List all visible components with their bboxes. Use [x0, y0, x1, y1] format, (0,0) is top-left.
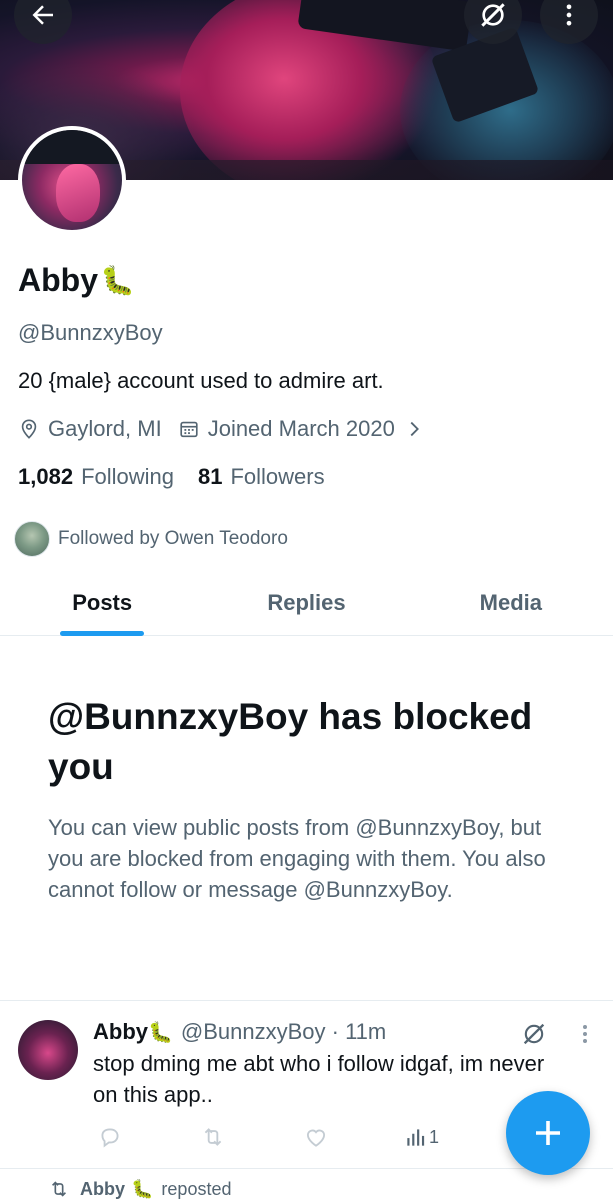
blocked-notice: @BunnzxyBoy has blocked you You can view… [48, 692, 588, 905]
divider [0, 1168, 613, 1169]
repost-icon [204, 1128, 222, 1146]
heart-icon [306, 1129, 326, 1147]
followed-by-text: Followed by Owen Teodoro [58, 528, 288, 549]
views-icon [407, 1129, 425, 1146]
tab-replies-label: Replies [267, 590, 346, 615]
tab-replies[interactable]: Replies [204, 580, 408, 635]
profile-bio: 20 {male} account used to admire art. [18, 368, 384, 393]
post-author-name[interactable]: Abby [93, 1019, 148, 1045]
grok-icon[interactable] [520, 1020, 548, 1048]
post-actions: 1 [93, 1124, 453, 1150]
blocked-description: You can view public posts from @BunnzxyB… [48, 815, 546, 902]
compose-button[interactable] [506, 1091, 590, 1175]
reposted-label: reposted [161, 1178, 232, 1199]
following-count[interactable]: 1,082 [18, 464, 73, 490]
repost-indicator: Abby 🐛 reposted [48, 1178, 231, 1200]
more-vertical-icon[interactable] [575, 1022, 595, 1046]
join-date-text: Joined March 2020 [207, 416, 395, 441]
divider [0, 1000, 613, 1001]
location-pin-icon [21, 419, 37, 439]
caterpillar-emoji: 🐛 [100, 265, 135, 296]
profile-tabs: Posts Replies Media [0, 580, 613, 636]
location: Gaylord, MI [18, 416, 162, 442]
followed-by[interactable]: Followed by Owen Teodoro [14, 521, 288, 557]
post-text: stop dming me abt who i follow idgaf, im… [93, 1051, 545, 1107]
post-avatar[interactable] [18, 1020, 78, 1080]
repost-icon [51, 1181, 67, 1197]
tab-posts[interactable]: Posts [0, 580, 204, 636]
follower-avatar [14, 521, 50, 557]
reply-button[interactable] [97, 1124, 123, 1150]
calendar-icon [180, 421, 198, 438]
location-text: Gaylord, MI [48, 416, 162, 441]
views-button[interactable]: 1 [403, 1124, 439, 1150]
profile-avatar[interactable] [18, 126, 126, 234]
tab-posts-label: Posts [72, 590, 133, 615]
reposter-name: Abby [80, 1178, 125, 1199]
post-header: Abby 🐛 @BunnzxyBoy · 11m [93, 1019, 386, 1045]
like-button[interactable] [303, 1124, 329, 1150]
repost-button[interactable] [199, 1124, 227, 1150]
active-tab-indicator [60, 631, 145, 636]
chevron-right-icon [410, 421, 419, 437]
reply-icon [101, 1128, 119, 1148]
followers-count[interactable]: 81 [198, 464, 222, 490]
profile-name-row: Abby 🐛 [18, 262, 135, 299]
caterpillar-emoji: 🐛 [131, 1178, 154, 1199]
following-label[interactable]: Following [81, 464, 174, 490]
join-date[interactable]: Joined March 2020 [178, 416, 425, 442]
followers-label[interactable]: Followers [230, 464, 324, 490]
profile-handle: @BunnzxyBoy [18, 320, 163, 345]
follow-stats: 1,082 Following 81 Followers [18, 464, 349, 490]
grok-icon [481, 3, 505, 27]
profile-name: Abby [18, 262, 98, 298]
profile-meta: Gaylord, MI Joined March 2020 [18, 416, 441, 442]
tab-media-label: Media [479, 590, 542, 615]
post-handle-time: @BunnzxyBoy · 11m [180, 1019, 387, 1044]
arrow-left-icon [32, 5, 53, 25]
views-count: 1 [429, 1126, 440, 1147]
plus-icon [536, 1121, 560, 1145]
tab-media[interactable]: Media [409, 580, 613, 635]
blocked-title: @BunnzxyBoy has blocked you [48, 696, 533, 787]
more-vertical-icon [566, 4, 572, 26]
caterpillar-emoji: 🐛 [148, 1021, 173, 1044]
